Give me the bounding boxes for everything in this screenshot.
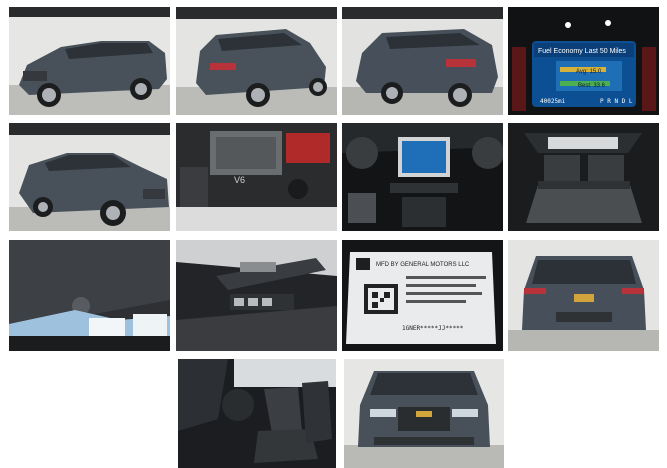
engine-bay-image: V6 [176, 123, 337, 231]
photo-exterior-rear-left-2[interactable] [342, 7, 503, 115]
suv-front-left-image [9, 7, 170, 115]
suv-front-image [344, 359, 504, 468]
photo-exterior-front-left[interactable] [9, 7, 170, 115]
photo-door-panel[interactable] [176, 240, 337, 351]
cargo-area-image [508, 123, 659, 231]
photo-cargo-area[interactable] [508, 123, 659, 231]
photo-engine-bay[interactable]: V6 [176, 123, 337, 231]
photo-exterior-rear-left[interactable] [176, 7, 337, 115]
dashboard-image [342, 123, 503, 231]
photo-dashboard-infotainment[interactable] [342, 123, 503, 231]
fuel-economy-image: Fuel Economy Last 50 Miles Avg: 15.0 Bes… [508, 7, 659, 115]
fuel-avg: Avg: 15.0 [576, 69, 602, 75]
label-maker: MFD BY GENERAL MOTORS LLC [376, 262, 470, 268]
headliner-image [9, 240, 170, 351]
suv-front-left-2-image [9, 123, 170, 231]
photo-window-sticker-label[interactable]: MFD BY GENERAL MOTORS LLC 1GNER*****JJ**… [342, 240, 503, 351]
label-vin: 1GNER*****JJ***** [402, 325, 464, 332]
gear-indicator: P R N D L [600, 98, 633, 105]
suv-rear-left-image [176, 7, 337, 115]
photo-gallery: Fuel Economy Last 50 Miles Avg: 15.0 Bes… [0, 0, 667, 468]
photo-exterior-rear[interactable] [508, 240, 659, 351]
door-panel-image [176, 240, 337, 351]
suv-rear-left-2-image [342, 7, 503, 115]
sticker-label-image: MFD BY GENERAL MOTORS LLC 1GNER*****JJ**… [342, 240, 503, 351]
fuel-title: Fuel Economy Last 50 Miles [538, 48, 626, 55]
front-seats-image [178, 359, 336, 468]
photo-exterior-front-left-2[interactable] [9, 123, 170, 231]
fuel-best: Best: 33.6 [578, 83, 606, 89]
suv-rear-image [508, 240, 659, 351]
photo-fuel-economy-display[interactable]: Fuel Economy Last 50 Miles Avg: 15.0 Bes… [508, 7, 659, 115]
photo-exterior-front[interactable] [344, 359, 504, 468]
photo-front-seats[interactable] [178, 359, 336, 468]
odometer: 40025mi [540, 98, 566, 105]
photo-headliner-sunroof[interactable] [9, 240, 170, 351]
engine-badge: V6 [234, 175, 245, 185]
